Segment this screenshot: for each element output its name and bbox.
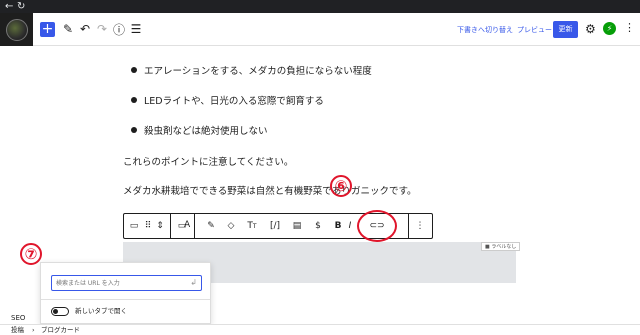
gear-icon[interactable]: ⚙	[585, 22, 596, 36]
annotation-link-circle	[357, 210, 397, 242]
label-badge: ■ ラベルなし	[481, 242, 521, 251]
undo-icon[interactable]: ↶	[77, 21, 93, 37]
italic-icon[interactable]: I	[346, 219, 354, 233]
bullet-icon	[131, 67, 137, 73]
list-item[interactable]: エアレーションをする、メダカの負担にならない程度	[144, 63, 372, 77]
brush-icon[interactable]: ✎	[204, 219, 218, 233]
vertical-ellipsis-icon[interactable]: ⋮	[624, 21, 635, 34]
paragraph-part[interactable]: メダカ水耕栽培でできる野菜は自然と有機野菜であり	[123, 183, 351, 197]
annotation-six: ⑥	[330, 175, 352, 197]
switch-to-draft-button[interactable]: 下書きへ切り替え	[457, 25, 513, 35]
move-up-down-icon[interactable]: ⇕	[155, 219, 165, 233]
reload-icon[interactable]: ↻	[17, 0, 25, 13]
more-options-icon[interactable]: ⋮	[414, 219, 426, 233]
back-arrow-icon[interactable]: ←	[5, 0, 13, 13]
editor-header: + ✎ ↶ ↷ ⓘ ☰ 下書きへ切り替え プレビュー 更新 ⚙ ⚡ ⋮	[0, 13, 640, 46]
jetpack-icon[interactable]: ⚡	[603, 22, 616, 35]
bold-icon[interactable]: B	[332, 219, 344, 233]
breadcrumb-separator: ›	[32, 326, 35, 334]
breadcrumb-current[interactable]: ブログカード	[41, 325, 80, 335]
list-item[interactable]: LEDライトや、日光の入る窓際で飼育する	[144, 93, 324, 107]
site-logo[interactable]	[0, 13, 33, 46]
tag-icon[interactable]: ◇	[224, 219, 238, 233]
bullet-icon	[131, 97, 137, 103]
breadcrumb-root[interactable]: 投稿	[11, 325, 24, 335]
annotation-seven: ⑦	[20, 243, 42, 265]
paragraph-part[interactable]: ガニックです。	[351, 183, 417, 197]
redo-icon[interactable]: ↷	[94, 21, 110, 37]
link-url-field[interactable]: ↲	[51, 275, 202, 291]
breadcrumb: 投稿 › ブログカード	[0, 324, 640, 335]
document-icon[interactable]: ▤	[290, 219, 304, 233]
bullet-icon	[131, 127, 137, 133]
drag-handle-icon[interactable]: ⠿	[143, 219, 153, 233]
browser-bar: ← ↻	[0, 0, 640, 13]
popover-divider	[41, 299, 210, 300]
info-icon[interactable]: ⓘ	[111, 21, 127, 37]
seo-label: SEO	[11, 314, 26, 322]
shortcode-icon[interactable]: [/]	[267, 219, 283, 233]
list-item[interactable]: 殺虫剤などは絶対使用しない	[144, 123, 268, 137]
enter-icon[interactable]: ↲	[190, 278, 197, 287]
dollar-icon[interactable]: $	[311, 219, 325, 233]
paragraph[interactable]: これらのポイントに注意してください。	[123, 154, 293, 168]
site-logo-image	[5, 18, 28, 41]
pencil-icon[interactable]: ✎	[60, 21, 76, 37]
update-button[interactable]: 更新	[553, 21, 578, 38]
plus-icon: +	[41, 21, 54, 37]
add-block-button[interactable]: +	[40, 22, 55, 37]
toolbar-divider	[408, 214, 409, 238]
toolbar-divider	[170, 214, 171, 238]
font-size-icon[interactable]: TT	[244, 219, 260, 233]
preview-button[interactable]: プレビュー	[517, 25, 552, 35]
block-type-icon[interactable]: ▭	[127, 219, 141, 233]
font-icon-glyph: A	[184, 220, 191, 230]
seo-panel[interactable]: SEO	[0, 312, 640, 324]
list-view-icon[interactable]: ☰	[128, 21, 144, 37]
link-search-input[interactable]	[56, 277, 182, 289]
